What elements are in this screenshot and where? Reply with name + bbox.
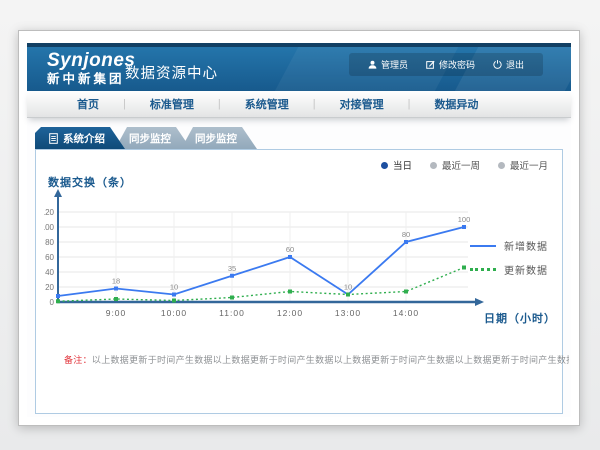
legend-label: 新增数据 [504,238,548,253]
document-icon [49,133,58,144]
tab-3[interactable]: 同步监控 [181,127,257,149]
y-tick-label: 0 [50,298,55,307]
range-option-2[interactable]: 最近一周 [430,158,480,172]
data-point [230,274,234,278]
range-option-1[interactable]: 当日 [381,158,412,172]
app-window: Synjones 新中新集团 数据资源中心 管理员 修改密码 退出 首页|标 [18,30,580,426]
x-tick-label: 12:00 [277,308,303,318]
data-point [56,294,60,298]
user-name-label: 管理员 [381,58,408,71]
change-password-label: 修改密码 [439,58,475,71]
footnote-prefix: 备注： [64,355,92,365]
x-tick-label: 13:00 [335,308,361,318]
data-point [114,297,118,301]
legend-swatch-icon [470,268,496,271]
nav-item-2[interactable]: 标准管理 [126,96,218,112]
logo-company-text: 新中新集团 [47,73,135,86]
data-point [114,287,118,291]
data-point [172,299,176,303]
y-tick-label: 40 [45,268,54,277]
tab-2[interactable]: 同步监控 [115,127,191,149]
nav-item-1[interactable]: 首页 [53,96,123,112]
content-area: 系统介绍同步监控同步监控 当日最近一周最近一月 数据交换（条） 日期（小时） 0… [27,118,571,417]
y-axis-arrow [54,189,62,197]
power-icon [493,60,502,69]
data-point [172,293,176,297]
nav-item-4[interactable]: 对接管理 [316,96,408,112]
data-point-label: 100 [458,215,471,224]
footnote: 备注：以上数据更新于时间产生数据以上数据更新于时间产生数据以上数据更新于时间产生… [64,353,569,366]
radio-dot-icon [430,162,437,169]
range-option-3[interactable]: 最近一月 [498,158,548,172]
data-point [56,299,60,303]
radio-dot-icon [498,162,505,169]
tab-label: 同步监控 [129,131,171,146]
x-tick-label: 10:00 [161,308,187,318]
range-option-label: 当日 [393,158,412,172]
data-point-label: 80 [402,230,410,239]
user-menu: 管理员 修改密码 退出 [349,53,543,76]
radio-dot-icon [381,162,388,169]
tab-label: 系统介绍 [63,131,105,146]
data-point [404,240,408,244]
x-tick-label: 9:00 [106,308,127,318]
user-account-button[interactable]: 管理员 [359,56,417,73]
y-tick-label: 60 [45,253,54,262]
x-tick-label: 11:00 [219,308,245,318]
app-header: Synjones 新中新集团 数据资源中心 管理员 修改密码 退出 [27,43,571,91]
data-point [288,290,292,294]
tab-1[interactable]: 系统介绍 [35,127,125,149]
logout-button[interactable]: 退出 [484,56,533,73]
data-point [462,266,466,270]
legend-item-2: 更新数据 [470,262,548,277]
data-point-label: 18 [112,277,120,286]
y-tick-label: 20 [45,283,54,292]
range-option-label: 最近一月 [510,158,548,172]
data-point-label: 10 [344,283,352,292]
logout-label: 退出 [506,58,524,71]
y-tick-label: 100 [44,223,55,232]
tab-label: 同步监控 [195,131,237,146]
data-point [404,290,408,294]
data-point-label: 35 [228,264,236,273]
x-axis-title: 日期（小时） [484,310,556,326]
chart-panel: 当日最近一周最近一月 数据交换（条） 日期（小时） 02040608010012… [35,149,563,414]
x-tick-label: 14:00 [393,308,419,318]
logo-brand-text: Synjones [47,51,135,70]
edit-icon [426,60,435,69]
data-point [346,293,350,297]
line-chart: 0 20 40 60 80 100 120 9:00 10:00 11:00 12:00 13:00 1… [44,188,488,334]
nav-item-5[interactable]: 数据异动 [410,96,502,112]
x-axis-arrow [475,298,484,306]
data-point [230,296,234,300]
user-icon [368,60,377,69]
tab-bar: 系统介绍 同步监控 同步监控 [35,127,257,149]
page-title: 数据资源中心 [125,62,218,83]
legend-label: 更新数据 [504,262,548,277]
y-tick-label: 80 [45,238,54,247]
legend-item-1: 新增数据 [470,238,548,253]
chart-legend: 新增数据更新数据 [470,238,548,286]
data-point-label: 60 [286,245,294,254]
change-password-button[interactable]: 修改密码 [417,56,484,73]
main-nav: 首页|标准管理|系统管理|对接管理|数据异动 [27,91,571,118]
range-option-label: 最近一周 [442,158,480,172]
footnote-text: 以上数据更新于时间产生数据以上数据更新于时间产生数据以上数据更新于时间产生数据以… [92,355,569,365]
data-point [462,225,466,229]
y-tick-label: 120 [44,208,55,217]
nav-item-3[interactable]: 系统管理 [221,96,313,112]
company-logo: Synjones 新中新集团 [47,51,135,86]
data-point [288,255,292,259]
time-range-selector: 当日 最近一周 最近一月 [381,158,548,172]
legend-swatch-icon [470,245,496,247]
data-point-label: 10 [170,283,178,292]
desktop-background: Synjones 新中新集团 数据资源中心 管理员 修改密码 退出 首页|标 [0,0,600,450]
